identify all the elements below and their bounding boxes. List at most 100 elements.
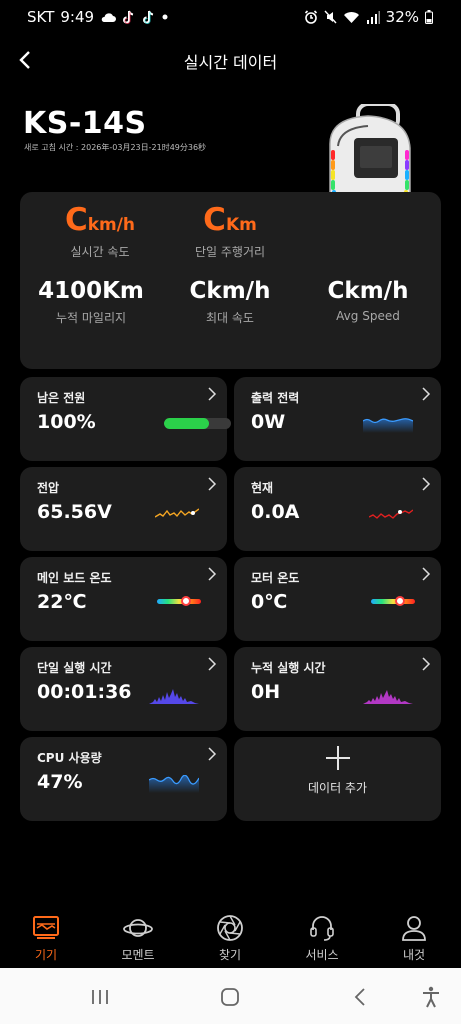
cpu-tile[interactable]: CPU 사용량 47% bbox=[20, 737, 227, 821]
chevron-right-icon bbox=[422, 477, 431, 491]
motor-temp-value: 0℃ bbox=[251, 591, 288, 613]
board-temp-value: 22℃ bbox=[37, 591, 87, 613]
board-temp-indicator bbox=[181, 596, 192, 606]
voltage-sparkline bbox=[155, 508, 199, 518]
motor-temp-label: 모터 온도 bbox=[251, 571, 300, 585]
cpu-value: 47% bbox=[37, 771, 83, 793]
back-nav-button[interactable] bbox=[345, 984, 375, 1010]
max-speed-stat: Ckm/h 최대 속도 bbox=[180, 278, 280, 326]
trip-time-tile[interactable]: 단일 실행 시간 00:01:36 bbox=[20, 647, 227, 731]
aperture-icon bbox=[217, 915, 243, 941]
nav-service[interactable]: 서비스 bbox=[287, 912, 357, 963]
trip-time-histogram bbox=[149, 689, 199, 704]
nav-find-label: 찾기 bbox=[218, 948, 242, 962]
notification-dot-icon bbox=[162, 14, 168, 20]
board-temp-tile[interactable]: 메인 보드 온도 22℃ bbox=[20, 557, 227, 641]
battery-level-bar bbox=[164, 418, 231, 429]
current-tile[interactable]: 현재 0.0A bbox=[234, 467, 441, 551]
max-speed-value: Ckm/h bbox=[189, 278, 271, 304]
trip-distance-value: C bbox=[203, 202, 226, 238]
avg-speed-label: Avg Speed bbox=[336, 309, 400, 323]
bottom-nav: 기기 모멘트 찾기 서비스 내것 bbox=[0, 912, 461, 968]
page-title: 실시간 데이터 bbox=[183, 53, 278, 72]
nav-moments-label: 모멘트 bbox=[121, 948, 155, 962]
nav-moments[interactable]: 모멘트 bbox=[103, 912, 173, 963]
current-label: 현재 bbox=[251, 481, 274, 495]
output-power-label: 출력 전력 bbox=[251, 391, 300, 405]
refresh-time: 새로 고침 시간 : 2026年-03月23日-21时49分36秒 bbox=[24, 143, 207, 152]
chevron-right-icon bbox=[208, 747, 217, 761]
home-button[interactable] bbox=[215, 984, 245, 1010]
nav-device[interactable]: 기기 bbox=[11, 912, 81, 963]
total-mileage-value: 4100Km bbox=[38, 278, 144, 304]
nav-find[interactable]: 찾기 bbox=[195, 912, 265, 963]
total-time-tile[interactable]: 누적 실행 시간 0H bbox=[234, 647, 441, 731]
voltage-value: 65.56V bbox=[37, 501, 112, 523]
output-power-tile[interactable]: 출력 전력 0W bbox=[234, 377, 441, 461]
avg-speed-value: Ckm/h bbox=[327, 278, 409, 304]
plus-icon bbox=[325, 746, 350, 770]
mute-icon bbox=[324, 10, 337, 24]
add-data-label: 데이터 추가 bbox=[307, 781, 367, 795]
trip-distance-label: 단일 주행거리 bbox=[194, 245, 266, 259]
planet-icon bbox=[123, 919, 153, 937]
realtime-speed-label: 실시간 속도 bbox=[70, 245, 130, 259]
current-sparkline bbox=[369, 509, 413, 519]
accessibility-icon bbox=[423, 986, 439, 1008]
device-model: KS-14S bbox=[23, 106, 147, 141]
user-icon bbox=[402, 916, 426, 941]
accessibility-button[interactable] bbox=[416, 984, 446, 1010]
tiktok-icon bbox=[122, 10, 136, 25]
alarm-icon bbox=[304, 10, 318, 24]
signal-icon bbox=[366, 10, 380, 24]
total-mileage-label: 누적 마일리지 bbox=[55, 311, 127, 325]
add-data-tile[interactable]: 데이터 추가 bbox=[234, 737, 441, 821]
chevron-right-icon bbox=[422, 567, 431, 581]
battery-tile-value: 100% bbox=[37, 411, 96, 433]
summary-card: Ckm/h 실시간 속도 CKm 단일 주행거리 4100Km 누적 마일리지 … bbox=[20, 192, 441, 369]
carrier-label: SKT bbox=[27, 8, 55, 26]
nav-profile-label: 내것 bbox=[402, 948, 426, 962]
chevron-right-icon bbox=[208, 477, 217, 491]
trip-distance-stat: CKm 단일 주행거리 bbox=[180, 202, 280, 260]
chevron-right-icon bbox=[422, 657, 431, 671]
trip-time-label: 단일 실행 시간 bbox=[37, 661, 112, 675]
recent-apps-icon bbox=[92, 990, 108, 1004]
trip-time-value: 00:01:36 bbox=[37, 681, 132, 703]
total-mileage-stat: 4100Km 누적 마일리지 bbox=[36, 278, 146, 326]
output-power-sparkline bbox=[363, 418, 413, 433]
cpu-label: CPU 사용량 bbox=[37, 751, 102, 765]
chevron-right-icon bbox=[208, 567, 217, 581]
output-power-value: 0W bbox=[251, 411, 286, 433]
chevron-right-icon bbox=[208, 387, 217, 401]
battery-percent: 32% bbox=[385, 8, 419, 26]
motor-temp-tile[interactable]: 모터 온도 0℃ bbox=[234, 557, 441, 641]
board-temp-label: 메인 보드 온도 bbox=[37, 571, 112, 585]
clock: 9:49 bbox=[60, 8, 95, 26]
battery-icon bbox=[425, 10, 433, 24]
max-speed-label: 최대 속도 bbox=[206, 311, 254, 325]
home-icon bbox=[221, 988, 239, 1006]
battery-level-fill bbox=[164, 418, 209, 429]
cloud-icon bbox=[100, 12, 117, 23]
total-time-value: 0H bbox=[251, 681, 281, 703]
realtime-speed-value: C bbox=[64, 202, 88, 238]
nav-service-label: 서비스 bbox=[305, 948, 339, 962]
realtime-speed-stat: Ckm/h 실시간 속도 bbox=[50, 202, 150, 260]
nav-device-label: 기기 bbox=[34, 948, 58, 962]
back-arrow-icon bbox=[354, 988, 365, 1006]
nav-profile[interactable]: 내것 bbox=[379, 912, 449, 963]
voltage-tile[interactable]: 전압 65.56V bbox=[20, 467, 227, 551]
battery-tile-label: 남은 전원 bbox=[37, 391, 86, 405]
board-temp-gauge bbox=[157, 596, 201, 606]
tiktok-icon bbox=[142, 10, 156, 25]
app-header: 실시간 데이터 bbox=[0, 40, 461, 80]
trip-distance-unit: Km bbox=[225, 215, 257, 235]
system-nav-bar bbox=[0, 968, 461, 1024]
voltage-label: 전압 bbox=[37, 481, 60, 495]
motor-temp-indicator bbox=[395, 596, 406, 606]
recent-apps-button[interactable] bbox=[85, 984, 115, 1010]
headset-icon bbox=[310, 916, 334, 941]
battery-tile[interactable]: 남은 전원 100% bbox=[20, 377, 231, 461]
current-value: 0.0A bbox=[251, 501, 300, 523]
